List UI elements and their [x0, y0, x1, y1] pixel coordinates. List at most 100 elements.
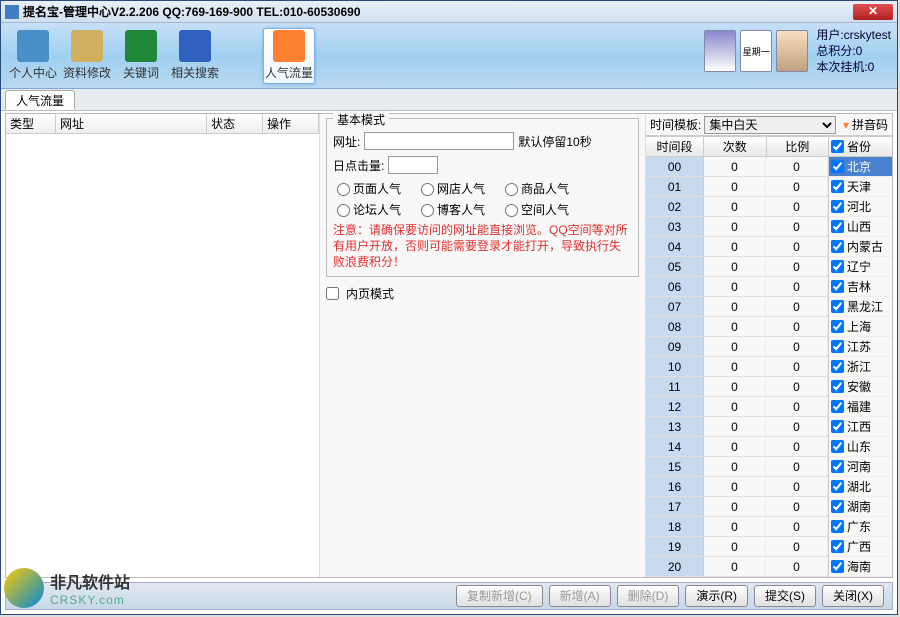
province-item[interactable]: 广东	[829, 517, 892, 537]
province-item[interactable]: 海南	[829, 557, 892, 577]
col-action[interactable]: 操作	[263, 114, 319, 133]
demo-button[interactable]: 演示(R)	[685, 585, 748, 607]
time-row[interactable]: 0200	[646, 197, 828, 217]
popularity-radio[interactable]	[505, 204, 518, 217]
time-row[interactable]: 0900	[646, 337, 828, 357]
popularity-radio[interactable]	[337, 183, 350, 196]
col-timeslot[interactable]: 时间段	[646, 137, 704, 156]
popularity-radio[interactable]	[505, 183, 518, 196]
time-row[interactable]: 0000	[646, 157, 828, 177]
col-type[interactable]: 类型	[6, 114, 56, 133]
radio-option[interactable]: 空间人气	[505, 201, 569, 218]
tab-traffic[interactable]: 人气流量	[5, 90, 75, 110]
submit-button[interactable]: 提交(S)	[754, 585, 816, 607]
province-checkbox[interactable]	[831, 440, 844, 453]
time-row[interactable]: 1200	[646, 397, 828, 417]
time-row[interactable]: 1700	[646, 497, 828, 517]
popularity-radio[interactable]	[421, 204, 434, 217]
delete-button[interactable]: 删除(D)	[617, 585, 680, 607]
time-row[interactable]: 1400	[646, 437, 828, 457]
province-checkbox[interactable]	[831, 180, 844, 193]
province-item[interactable]: 安徽	[829, 377, 892, 397]
time-row[interactable]: 0500	[646, 257, 828, 277]
time-row[interactable]: 1500	[646, 457, 828, 477]
province-checkbox[interactable]	[831, 260, 844, 273]
time-row[interactable]: 0600	[646, 277, 828, 297]
radio-option[interactable]: 网店人气	[421, 180, 485, 197]
col-url[interactable]: 网址	[56, 114, 207, 133]
province-item[interactable]: 山东	[829, 437, 892, 457]
time-row[interactable]: 0400	[646, 237, 828, 257]
radio-option[interactable]: 商品人气	[505, 180, 569, 197]
province-checkbox[interactable]	[831, 220, 844, 233]
time-row[interactable]: 1900	[646, 537, 828, 557]
time-row[interactable]: 0300	[646, 217, 828, 237]
province-item[interactable]: 上海	[829, 317, 892, 337]
province-checkbox[interactable]	[831, 240, 844, 253]
ribbon-keyword[interactable]: 关键词	[115, 28, 167, 84]
province-checkbox[interactable]	[831, 560, 844, 573]
province-checkbox[interactable]	[831, 500, 844, 513]
time-table[interactable]: 时间段 次数 比例 000001000200030004000500060007…	[646, 137, 828, 577]
popularity-radio[interactable]	[337, 204, 350, 217]
col-status[interactable]: 状态	[207, 114, 263, 133]
province-item[interactable]: 湖南	[829, 497, 892, 517]
province-list[interactable]: 省份 北京天津河北山西内蒙古辽宁吉林黑龙江上海江苏浙江安徽福建江西山东河南湖北湖…	[828, 137, 892, 577]
close-icon[interactable]: ✕	[853, 4, 893, 20]
province-checkbox[interactable]	[831, 280, 844, 293]
province-item[interactable]: 吉林	[829, 277, 892, 297]
popularity-radio[interactable]	[421, 183, 434, 196]
ribbon-traffic[interactable]: 人气流量	[263, 28, 315, 84]
time-row[interactable]: 1800	[646, 517, 828, 537]
province-item[interactable]: 河南	[829, 457, 892, 477]
click-input[interactable]	[388, 156, 438, 174]
province-checkbox[interactable]	[831, 420, 844, 433]
province-checkbox[interactable]	[831, 340, 844, 353]
province-checkbox[interactable]	[831, 380, 844, 393]
inner-mode-checkbox[interactable]	[326, 287, 339, 300]
time-row[interactable]: 1300	[646, 417, 828, 437]
province-checkbox[interactable]	[831, 460, 844, 473]
province-checkbox[interactable]	[831, 300, 844, 313]
close-button[interactable]: 关闭(X)	[822, 585, 884, 607]
province-checkbox[interactable]	[831, 320, 844, 333]
province-item[interactable]: 山西	[829, 217, 892, 237]
province-item[interactable]: 内蒙古	[829, 237, 892, 257]
new-button[interactable]: 新增(A)	[549, 585, 611, 607]
province-checkbox[interactable]	[831, 360, 844, 373]
province-item[interactable]: 浙江	[829, 357, 892, 377]
col-ratio[interactable]: 比例	[767, 137, 829, 156]
province-checkbox[interactable]	[831, 160, 844, 173]
time-row[interactable]: 0100	[646, 177, 828, 197]
time-row[interactable]: 2000	[646, 557, 828, 577]
time-row[interactable]: 1600	[646, 477, 828, 497]
province-checkbox[interactable]	[831, 520, 844, 533]
province-item[interactable]: 辽宁	[829, 257, 892, 277]
province-item[interactable]: 天津	[829, 177, 892, 197]
radio-option[interactable]: 论坛人气	[337, 201, 401, 218]
time-row[interactable]: 1100	[646, 377, 828, 397]
time-row[interactable]: 0700	[646, 297, 828, 317]
province-item[interactable]: 江苏	[829, 337, 892, 357]
left-grid-body[interactable]	[6, 134, 319, 577]
province-checkbox[interactable]	[831, 200, 844, 213]
ribbon-datamod[interactable]: 资料修改	[61, 28, 113, 84]
ribbon-personal[interactable]: 个人中心	[7, 28, 59, 84]
radio-option[interactable]: 页面人气	[337, 180, 401, 197]
province-item[interactable]: 湖北	[829, 477, 892, 497]
copy-new-button[interactable]: 复制新增(C)	[456, 585, 543, 607]
province-item[interactable]: 河北	[829, 197, 892, 217]
time-row[interactable]: 1000	[646, 357, 828, 377]
time-row[interactable]: 0800	[646, 317, 828, 337]
province-item[interactable]: 黑龙江	[829, 297, 892, 317]
province-checkbox[interactable]	[831, 540, 844, 553]
province-checkbox[interactable]	[831, 400, 844, 413]
province-checkbox[interactable]	[831, 480, 844, 493]
ribbon-relsearch[interactable]: 相关搜索	[169, 28, 221, 84]
province-item[interactable]: 福建	[829, 397, 892, 417]
province-item[interactable]: 江西	[829, 417, 892, 437]
province-item[interactable]: 北京	[829, 157, 892, 177]
url-input[interactable]	[364, 132, 514, 150]
col-count[interactable]: 次数	[704, 137, 767, 156]
radio-option[interactable]: 博客人气	[421, 201, 485, 218]
